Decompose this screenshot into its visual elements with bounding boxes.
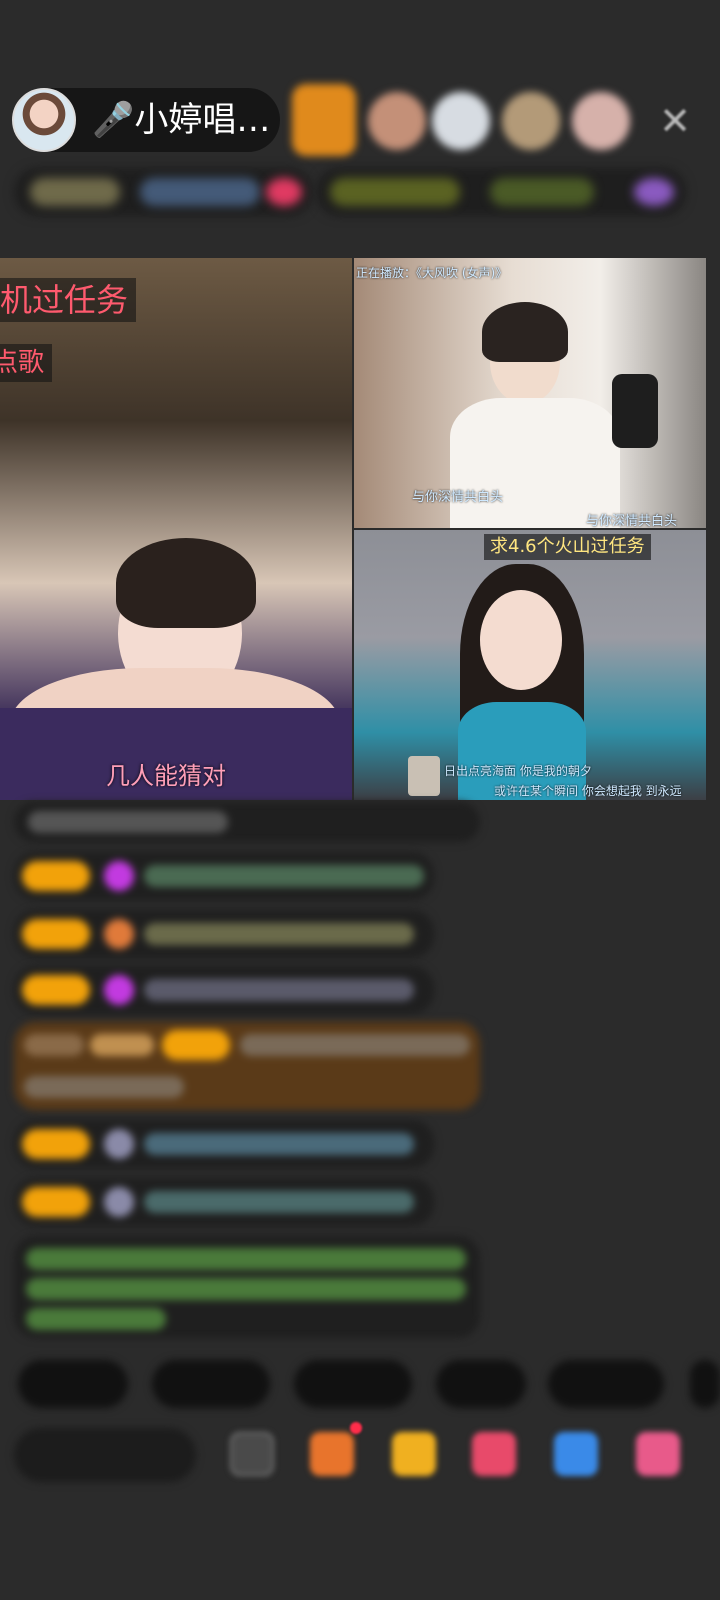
- level-badge: [30, 178, 120, 206]
- song-overlay-text: 点歌: [0, 344, 53, 382]
- viewer-avatar[interactable]: [368, 92, 426, 150]
- viewer-avatar[interactable]: [432, 92, 490, 150]
- host-hair: [116, 538, 256, 628]
- activity-icon[interactable]: [634, 178, 674, 206]
- viewer-avatar[interactable]: [292, 84, 356, 156]
- song-cover-thumbnail: [408, 756, 440, 796]
- video-guest-top-right[interactable]: 正在播放：《大风吹 (女声)》 与你深情共白头 与你深情共白头: [354, 258, 706, 528]
- viewer-avatar[interactable]: [502, 92, 560, 150]
- gift-icon[interactable]: [266, 178, 302, 206]
- fans-badge: [140, 178, 260, 206]
- chat-message[interactable]: [14, 852, 434, 900]
- video-main-host[interactable]: 机过任务 点歌 几人能猜对: [0, 258, 352, 800]
- video-guest-bottom-right[interactable]: 求4.6个火山过任务 日出点亮海面 你是我的朝夕 或许在某个瞬间 你会想起我 到…: [354, 530, 706, 800]
- chat-message[interactable]: [14, 966, 434, 1014]
- main-caption: 几人能猜对: [106, 762, 226, 790]
- red-packet-icon[interactable]: [392, 1432, 436, 1476]
- host-avatar[interactable]: [12, 88, 76, 152]
- now-playing-text: 正在播放：《大风吹 (女声)》: [356, 266, 508, 280]
- notification-dot: [350, 1422, 362, 1434]
- chat-message[interactable]: [14, 802, 480, 842]
- task-overlay-text: 机过任务: [0, 278, 137, 322]
- more-gifts-icon[interactable]: [636, 1432, 680, 1476]
- viewer-avatar[interactable]: [572, 92, 630, 150]
- gift-box-icon[interactable]: [310, 1432, 354, 1476]
- lyrics-line: 日出点亮海面 你是我的朝夕: [444, 764, 592, 778]
- close-icon[interactable]: ✕: [656, 102, 694, 140]
- lyrics-caption: 与你深情共白头: [412, 490, 504, 505]
- quick-reply-button[interactable]: [690, 1360, 720, 1408]
- quick-reply-button[interactable]: [436, 1360, 526, 1408]
- microphone-icon: [612, 374, 658, 448]
- heart-gift-icon[interactable]: [472, 1432, 516, 1476]
- quick-reply-button[interactable]: [18, 1360, 128, 1408]
- guest-body: [450, 398, 620, 528]
- chat-message[interactable]: [14, 1178, 434, 1226]
- quick-reply-button[interactable]: [548, 1360, 664, 1408]
- comment-input[interactable]: [14, 1428, 196, 1482]
- guest-hair: [482, 302, 568, 362]
- task-overlay-text: 求4.6个火山过任务: [484, 534, 651, 560]
- rank-badge: [330, 178, 460, 206]
- emoji-icon[interactable]: [230, 1432, 274, 1476]
- lyrics-line: 或许在某个瞬间 你会想起我 到永远: [494, 784, 682, 798]
- quick-reply-button[interactable]: [152, 1360, 270, 1408]
- system-notice: [14, 1236, 480, 1338]
- lyrics-caption: 与你深情共白头: [586, 514, 678, 528]
- quick-reply-button[interactable]: [294, 1360, 412, 1408]
- game-icon[interactable]: [554, 1432, 598, 1476]
- chat-message[interactable]: [14, 1120, 434, 1168]
- host-name[interactable]: 🎤小婷唱…: [92, 100, 270, 140]
- rank-badge: [490, 178, 594, 206]
- guest-face: [480, 590, 562, 690]
- chat-message[interactable]: [14, 910, 434, 958]
- chat-message-highlighted[interactable]: [14, 1022, 480, 1110]
